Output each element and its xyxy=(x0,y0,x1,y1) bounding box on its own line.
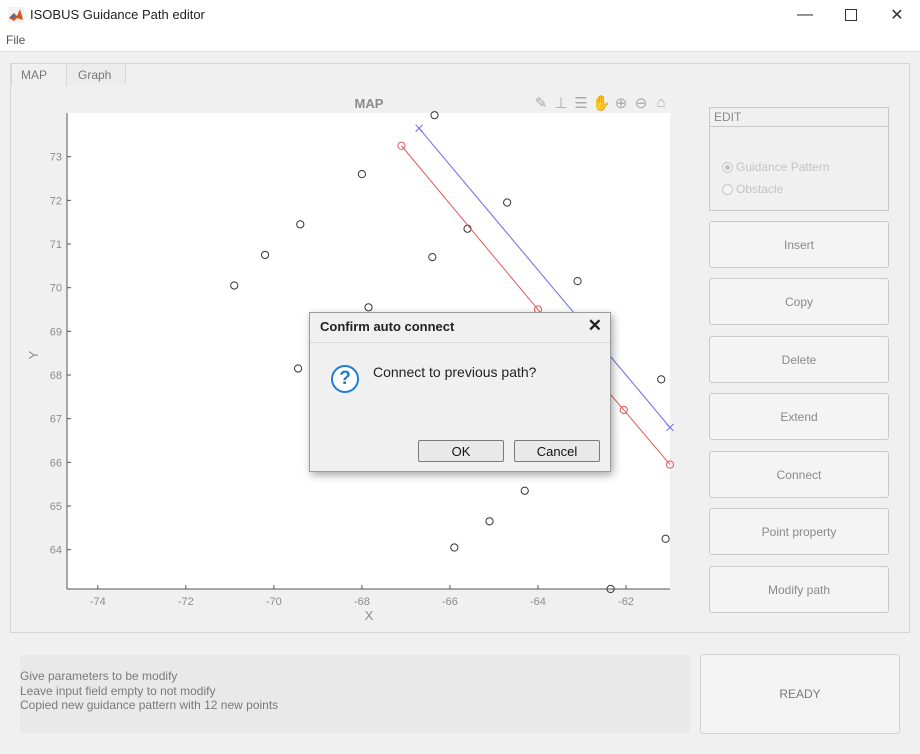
radio-guidance-pattern[interactable]: Guidance Pattern xyxy=(722,160,829,174)
dialog-close-icon[interactable]: ✕ xyxy=(588,316,602,336)
radio-obstacle-label: Obstacle xyxy=(736,182,784,196)
y-tick-label: 66 xyxy=(50,457,62,469)
ok-button[interactable]: OK xyxy=(418,440,504,462)
y-tick-label: 72 xyxy=(50,195,62,207)
ready-indicator: READY xyxy=(700,654,900,734)
question-icon: ? xyxy=(331,365,359,393)
connect-button[interactable]: Connect xyxy=(709,451,889,498)
x-tick-label: -68 xyxy=(354,596,370,608)
modify-path-button[interactable]: Modify path xyxy=(709,566,889,613)
y-tick-label: 64 xyxy=(50,545,62,557)
edit-panel: EDIT Guidance Pattern Obstacle xyxy=(709,107,889,211)
x-tick-label: -72 xyxy=(178,596,194,608)
extend-button[interactable]: Extend xyxy=(709,393,889,440)
dialog-message: Connect to previous path? xyxy=(373,364,537,380)
x-tick-label: -62 xyxy=(618,596,634,608)
y-tick-label: 65 xyxy=(50,501,62,513)
chart-title: MAP xyxy=(355,96,384,111)
insert-button[interactable]: Insert xyxy=(709,221,889,268)
status-log: Give parameters to be modify Leave input… xyxy=(20,655,690,733)
point-property-button[interactable]: Point property xyxy=(709,508,889,555)
y-tick-label: 73 xyxy=(50,152,62,164)
y-tick-label: 71 xyxy=(50,239,62,251)
x-tick-label: -74 xyxy=(90,596,106,608)
y-tick-label: 69 xyxy=(50,326,62,338)
dialog-title: Confirm auto connect xyxy=(320,319,455,334)
y-axis-label: Y xyxy=(26,350,41,359)
dialog-divider xyxy=(310,342,610,343)
x-tick-label: -66 xyxy=(442,596,458,608)
x-tick-label: -70 xyxy=(266,596,282,608)
status-line: Give parameters to be modify xyxy=(20,669,178,683)
copy-button[interactable]: Copy xyxy=(709,278,889,325)
radio-guidance-pattern-circle xyxy=(722,161,733,173)
confirm-dialog: Confirm auto connect ✕ ? Connect to prev… xyxy=(309,312,611,472)
status-line: Copied new guidance pattern with 12 new … xyxy=(20,698,279,712)
status-line: Leave input field empty to not modify xyxy=(20,684,216,698)
radio-guidance-pattern-label: Guidance Pattern xyxy=(736,160,830,174)
radio-obstacle[interactable]: Obstacle xyxy=(722,182,783,196)
cancel-button[interactable]: Cancel xyxy=(514,440,600,462)
y-tick-label: 70 xyxy=(50,283,62,295)
x-axis-label: X xyxy=(365,608,374,623)
y-tick-label: 68 xyxy=(50,370,62,382)
x-tick-label: -64 xyxy=(530,596,546,608)
delete-button[interactable]: Delete xyxy=(709,336,889,383)
edit-panel-title: EDIT xyxy=(710,108,888,127)
radio-obstacle-circle xyxy=(722,183,733,195)
y-tick-label: 67 xyxy=(50,414,62,426)
